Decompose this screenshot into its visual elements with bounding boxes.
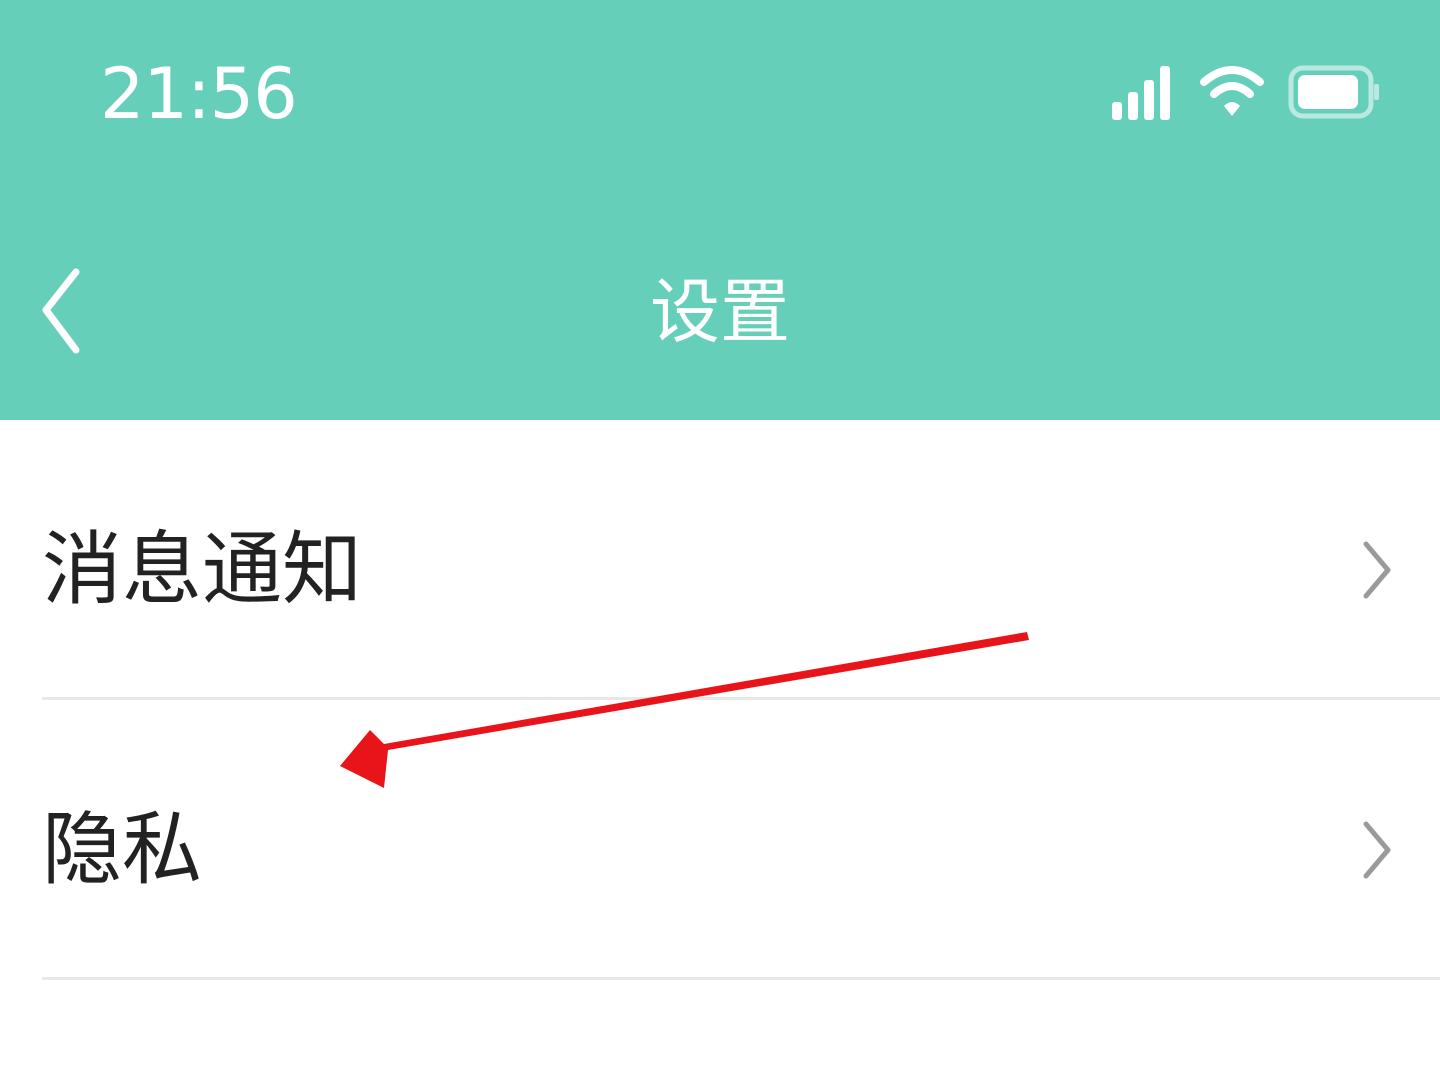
battery-icon (1288, 65, 1379, 119)
app-header: 21:56 设置 (0, 0, 1440, 420)
back-button[interactable] (30, 262, 100, 362)
settings-item-privacy[interactable]: 隐私 (0, 700, 1440, 980)
settings-list: 消息通知 隐私 (0, 420, 1440, 980)
settings-item-notifications[interactable]: 消息通知 (0, 420, 1440, 700)
status-icons (1110, 60, 1382, 124)
chevron-right-icon (1363, 821, 1391, 879)
page-title: 设置 (650, 271, 790, 353)
status-time: 21:56 (100, 53, 298, 135)
signal-icon (1112, 66, 1170, 120)
wifi-icon (1200, 66, 1264, 116)
chevron-right-icon (1363, 541, 1391, 599)
divider (42, 977, 1440, 980)
settings-item-label: 隐私 (42, 803, 202, 896)
chevron-left-icon (42, 268, 80, 354)
settings-item-label: 消息通知 (42, 523, 362, 616)
settings-screen: 21:56 设置 消息通知 隐私 (0, 0, 1440, 1080)
